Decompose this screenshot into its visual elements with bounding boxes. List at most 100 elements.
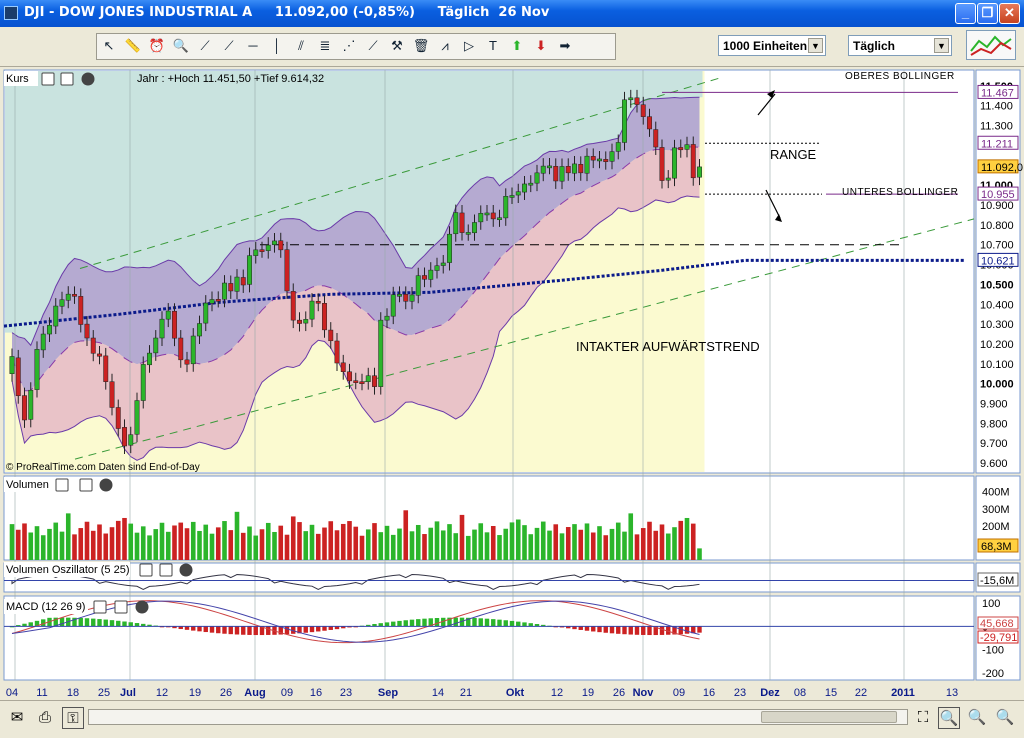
candle-body	[684, 144, 690, 150]
lock-icon[interactable]: ⚿	[62, 707, 84, 729]
zoom-tool-icon[interactable]: 🔍	[171, 36, 191, 56]
macd-histogram-bar	[509, 620, 515, 627]
candle-body	[403, 294, 409, 302]
fit-icon[interactable]: ⛶	[912, 707, 934, 729]
volume-bar	[490, 526, 496, 560]
volume-bar	[190, 521, 196, 560]
candle-body	[672, 147, 677, 179]
chart-settings-button[interactable]	[966, 30, 1016, 60]
vertical-line-icon[interactable]: │	[267, 36, 287, 56]
candle-body	[422, 275, 427, 280]
gann-icon[interactable]: ⋰	[339, 36, 359, 56]
volume-bar	[122, 517, 127, 560]
ray-tool-icon[interactable]: ⟋	[219, 36, 239, 56]
fibonacci-icon[interactable]: ≣	[315, 36, 335, 56]
text-tool-icon[interactable]: T	[483, 36, 503, 56]
candle-body	[103, 355, 109, 382]
candle-body	[353, 380, 359, 383]
horizontal-scrollbar[interactable]	[88, 709, 908, 725]
arrow-up-icon[interactable]: ⬆	[507, 36, 527, 56]
candle-body	[197, 323, 202, 337]
volume-bar	[15, 529, 21, 560]
macd-histogram-bar	[578, 626, 583, 630]
macd-histogram-bar	[684, 626, 690, 634]
price-panel-title: Kurs	[6, 73, 29, 85]
x-tick-label: Jul	[120, 687, 136, 699]
channel-tool-icon[interactable]: ⫽	[291, 36, 311, 56]
volume-bar	[372, 523, 377, 560]
candle-body	[690, 144, 696, 179]
x-tick-label: Sep	[378, 687, 398, 699]
ruler-icon[interactable]: 📏	[123, 36, 143, 56]
volume-bar	[353, 526, 359, 560]
panel-tool-icon	[139, 563, 153, 577]
volume-bar	[215, 527, 221, 560]
close-button[interactable]: ✕	[999, 3, 1020, 24]
arrow-down-icon[interactable]: ⬇	[531, 36, 551, 56]
line-tool-icon[interactable]: ⟋	[195, 36, 215, 56]
candle-body	[428, 269, 434, 280]
alarm-icon[interactable]: ⏰	[147, 36, 167, 56]
volume-bar	[165, 531, 171, 560]
candle-body	[272, 240, 277, 245]
y-tick-label: 11.400	[980, 101, 1013, 113]
macd-histogram-bar	[209, 626, 215, 633]
trash-icon[interactable]: 🗑	[411, 36, 431, 56]
units-select-value: 1000 Einheiten	[723, 39, 808, 53]
candle-body	[84, 323, 90, 339]
volume-bar	[222, 521, 227, 560]
hammer-icon[interactable]: ⚒	[387, 36, 407, 56]
volume-bar	[203, 524, 209, 560]
macd-histogram-bar	[472, 618, 477, 627]
annotation-upper-bollinger: OBERES BOLLINGER	[845, 71, 955, 82]
x-tick-label: 19	[189, 687, 201, 699]
timeframe-select[interactable]: Täglich ▼	[848, 35, 952, 56]
macd-histogram-bar	[422, 618, 427, 627]
pattern-icon[interactable]: ⩘	[435, 36, 455, 56]
volume-bar	[328, 521, 334, 560]
volume-bar	[622, 531, 627, 560]
candle-body	[165, 310, 171, 320]
volume-bar	[597, 526, 602, 560]
trend-tool-icon[interactable]: ⟋	[363, 36, 383, 56]
panel-tool-icon	[135, 600, 149, 614]
macd-y-label: -100	[982, 645, 1004, 657]
units-select[interactable]: 1000 Einheiten ▼	[718, 35, 826, 56]
macd-histogram-bar	[641, 626, 646, 635]
volume-bar	[690, 523, 696, 560]
candle-body	[372, 375, 377, 387]
candle-body	[47, 325, 52, 335]
volume-bar	[484, 532, 490, 560]
panel-tool-icon	[99, 478, 113, 492]
macd-histogram-bar	[403, 620, 408, 627]
macd-histogram-bar	[678, 626, 683, 635]
horizontal-line-icon[interactable]: ─	[243, 36, 263, 56]
volume-bar	[503, 528, 509, 560]
cursor-icon[interactable]: ↖	[99, 36, 119, 56]
volume-bar	[322, 527, 327, 560]
print-icon[interactable]: ⎙	[34, 707, 56, 729]
x-tick-label: 04	[6, 687, 18, 699]
volume-bar	[528, 534, 534, 560]
macd-histogram-bar	[28, 622, 33, 627]
candle-body	[640, 104, 646, 117]
candle-body	[590, 156, 596, 161]
volume-bar	[584, 523, 590, 560]
volume-bar	[28, 532, 34, 560]
y-tick-label: 9.800	[980, 418, 1008, 430]
volume-bar	[303, 531, 309, 560]
arrow-right-icon[interactable]: ➡	[555, 36, 575, 56]
volume-bar	[134, 532, 140, 560]
zoom-fit-icon[interactable]: 🔍	[938, 707, 960, 729]
scrollbar-thumb[interactable]	[761, 711, 897, 723]
zoom-in-icon[interactable]: 🔍	[994, 707, 1016, 729]
macd-histogram-bar	[584, 626, 590, 631]
candle-body	[284, 249, 290, 292]
minimize-button[interactable]: _	[955, 3, 976, 24]
zoom-out-icon[interactable]: 🔍	[966, 707, 988, 729]
volume-bar	[578, 529, 584, 560]
maximize-button[interactable]: ❐	[977, 3, 998, 24]
mail-icon[interactable]: ✉	[6, 707, 28, 729]
triangle-icon[interactable]: ▷	[459, 36, 479, 56]
macd-histogram-bar	[216, 626, 221, 634]
